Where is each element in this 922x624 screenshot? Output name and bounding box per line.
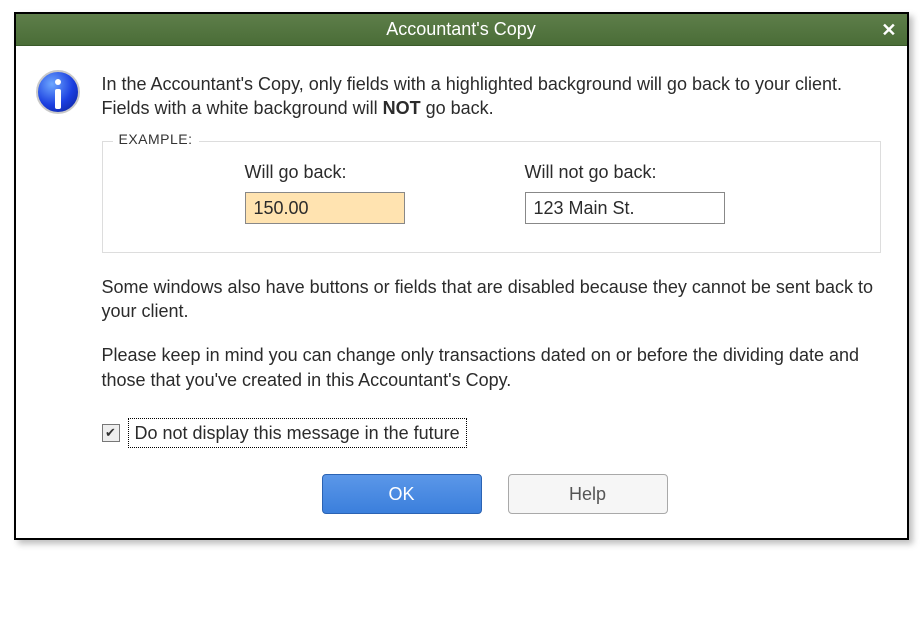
white-label: Will not go back: bbox=[525, 160, 725, 184]
icon-column bbox=[36, 64, 84, 514]
checkbox-label-focus: Do not display this message in the futur… bbox=[128, 418, 467, 448]
titlebar: Accountant's Copy ✕ bbox=[16, 14, 907, 46]
help-button[interactable]: Help bbox=[508, 474, 668, 514]
accountants-copy-dialog: Accountant's Copy ✕ In the Accountant's … bbox=[14, 12, 909, 540]
intro-text-bold: NOT bbox=[383, 98, 421, 118]
white-field: 123 Main St. bbox=[525, 192, 725, 224]
example-highlight-col: Will go back: 150.00 bbox=[245, 160, 445, 224]
dialog-content: In the Accountant's Copy, only fields wi… bbox=[16, 46, 907, 538]
ok-button[interactable]: OK bbox=[322, 474, 482, 514]
highlight-label: Will go back: bbox=[245, 160, 445, 184]
checkbox-icon[interactable]: ✔ bbox=[102, 424, 120, 442]
example-row: Will go back: 150.00 Will not go back: 1… bbox=[125, 160, 858, 224]
checkbox-label: Do not display this message in the futur… bbox=[135, 423, 460, 443]
info-icon bbox=[36, 70, 80, 114]
do-not-display-checkbox-row[interactable]: ✔ Do not display this message in the fut… bbox=[102, 418, 467, 448]
example-group: EXAMPLE: Will go back: 150.00 Will not g… bbox=[102, 141, 881, 253]
example-white-col: Will not go back: 123 Main St. bbox=[525, 160, 725, 224]
paragraph-dividing-date: Please keep in mind you can change only … bbox=[102, 343, 881, 392]
close-icon[interactable]: ✕ bbox=[881, 20, 896, 41]
highlight-field: 150.00 bbox=[245, 192, 405, 224]
paragraph-disabled-note: Some windows also have buttons or fields… bbox=[102, 275, 881, 324]
example-legend: EXAMPLE: bbox=[113, 130, 199, 149]
button-row: OK Help bbox=[102, 474, 881, 514]
body-column: In the Accountant's Copy, only fields wi… bbox=[102, 64, 881, 514]
intro-paragraph: In the Accountant's Copy, only fields wi… bbox=[102, 72, 881, 121]
intro-text-suffix: go back. bbox=[421, 98, 494, 118]
dialog-title: Accountant's Copy bbox=[386, 19, 536, 40]
